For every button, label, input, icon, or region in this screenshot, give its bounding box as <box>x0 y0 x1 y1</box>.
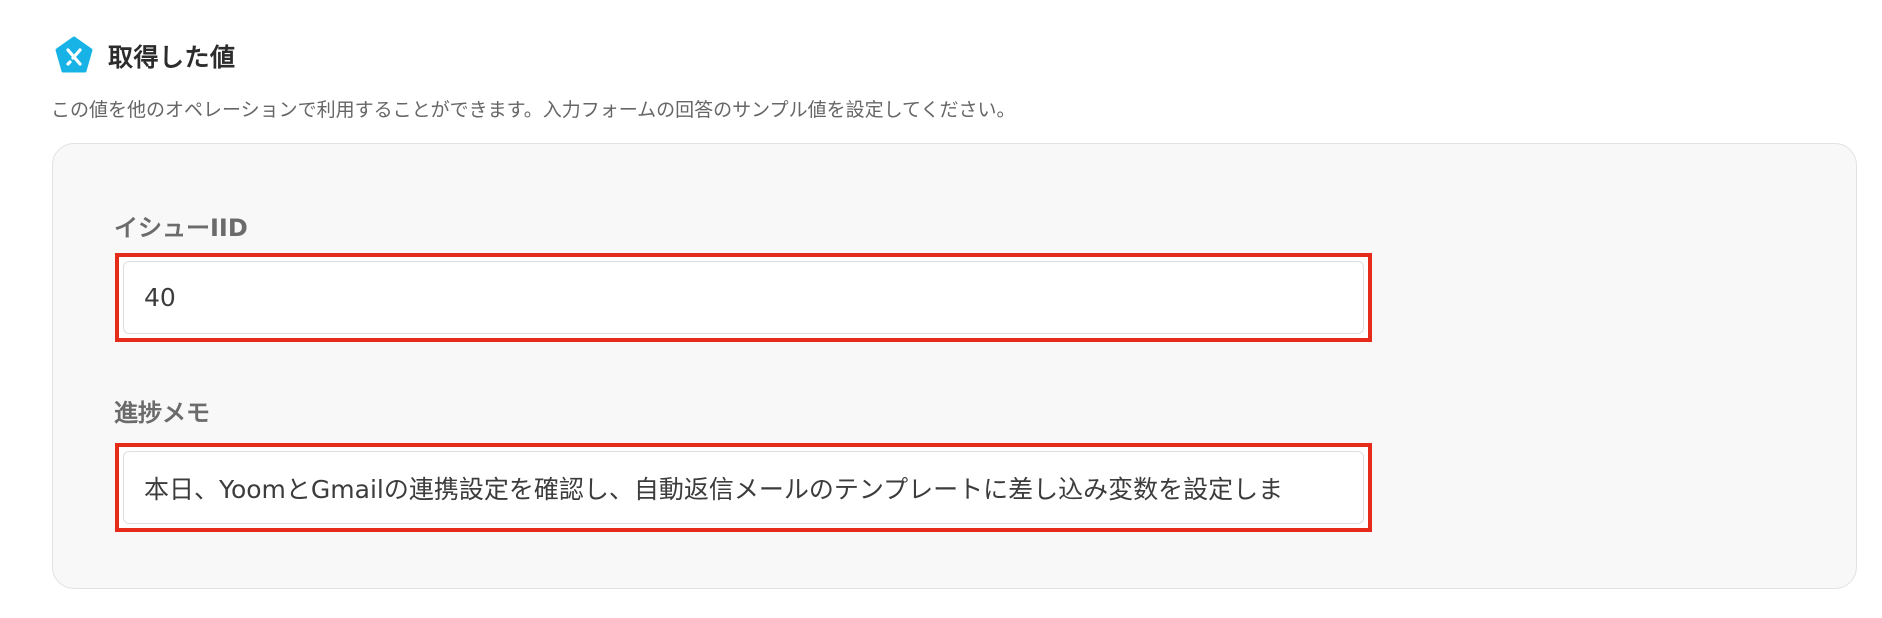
highlight-box-progress-memo: 本日、YoomとGmailの連携設定を確認し、自動返信メールのテンプレートに差し… <box>115 443 1372 532</box>
progress-memo-input[interactable]: 本日、YoomとGmailの連携設定を確認し、自動返信メールのテンプレートに差し… <box>123 451 1364 524</box>
progress-memo-value: 本日、YoomとGmailの連携設定を確認し、自動返信メールのテンプレートに差し… <box>144 474 1284 504</box>
field-label-issue-iid: イシューIID <box>114 214 248 242</box>
highlight-box-issue-iid: 40 <box>115 253 1372 342</box>
section-header: 取得した値 <box>54 36 236 76</box>
issue-iid-input[interactable]: 40 <box>123 261 1364 334</box>
acquired-values-page: 取得した値 この値を他のオペレーションで利用することができます。入力フォームの回… <box>0 0 1882 618</box>
field-label-progress-memo: 進捗メモ <box>114 399 210 427</box>
issue-iid-value: 40 <box>144 283 176 312</box>
section-title: 取得した値 <box>108 43 236 72</box>
section-description: この値を他のオペレーションで利用することができます。入力フォームの回答のサンプル… <box>51 99 1016 121</box>
yoom-logo-icon <box>55 36 93 73</box>
